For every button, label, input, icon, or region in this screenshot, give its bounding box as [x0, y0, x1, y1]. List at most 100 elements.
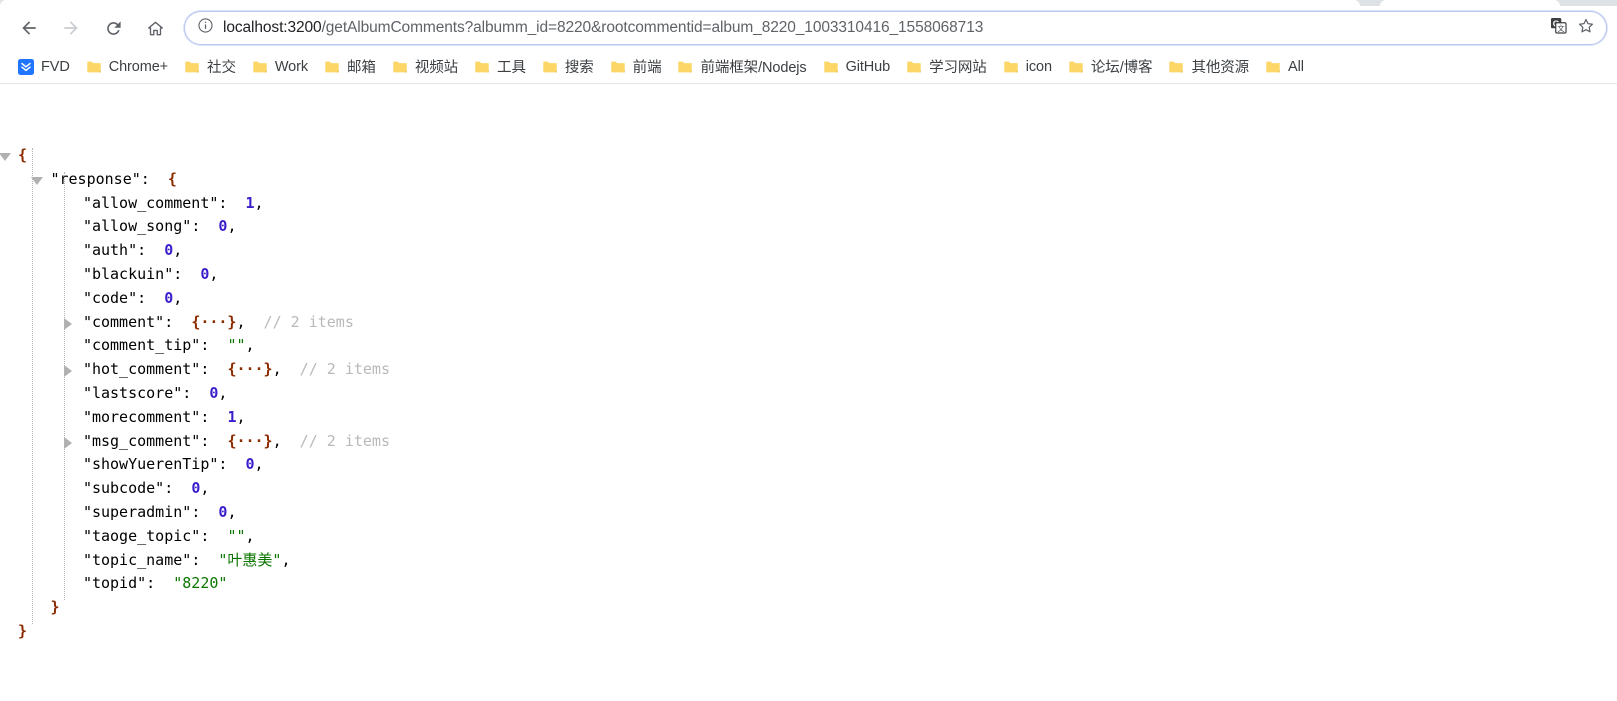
json-brace: } — [18, 621, 28, 640]
json-comma: , — [245, 526, 255, 545]
json-comma: , — [236, 407, 246, 426]
json-colon: : — [218, 193, 246, 212]
bookmark-item[interactable]: 视频站 — [384, 54, 466, 80]
bookmark-label: 视频站 — [414, 60, 459, 76]
json-row-content: { — [18, 146, 27, 164]
bookmark-item[interactable]: GitHub — [815, 54, 899, 80]
collapse-triangle-icon[interactable] — [0, 153, 11, 161]
folder-icon — [906, 59, 922, 75]
bookmark-star-icon[interactable] — [1576, 16, 1596, 41]
forward-arrow-icon — [61, 18, 81, 38]
fvd-icon — [18, 58, 34, 75]
back-button[interactable] — [10, 9, 48, 47]
folder-icon — [86, 59, 102, 75]
json-value: 0 — [245, 455, 255, 474]
bookmark-item[interactable]: icon — [995, 54, 1060, 80]
folder-icon — [542, 59, 558, 75]
json-colon: : — [182, 383, 210, 402]
folder-icon — [1168, 59, 1184, 75]
bookmark-item[interactable]: Chrome+ — [78, 54, 176, 80]
bookmark-label: 邮箱 — [347, 60, 376, 76]
json-comma: , — [254, 455, 264, 474]
bookmark-item[interactable]: Work — [244, 54, 316, 80]
json-key: "subcode" — [82, 479, 165, 498]
json-comma: , — [272, 431, 282, 450]
bookmark-item[interactable]: 学习网站 — [898, 54, 995, 80]
json-value: { — [167, 169, 177, 188]
reload-button[interactable] — [94, 9, 132, 47]
bookmark-item[interactable]: FVD — [10, 54, 78, 80]
folder-icon — [610, 59, 626, 75]
json-row-content: "comment": {···}, // 2 items — [83, 313, 354, 331]
json-key: "allow_song" — [82, 217, 192, 236]
bookmark-item[interactable]: 邮箱 — [316, 54, 384, 80]
bookmark-item[interactable]: 工具 — [466, 54, 534, 80]
json-row: "superadmin": 0, — [18, 501, 1617, 525]
json-value: 0 — [164, 241, 174, 260]
bookmark-item[interactable]: 前端框架/Nodejs — [669, 54, 814, 80]
json-key: "blackuin" — [82, 264, 174, 283]
folder-icon — [1003, 59, 1019, 75]
site-info-icon[interactable] — [197, 17, 214, 39]
json-row-content: "topid": "8220" — [83, 574, 228, 592]
folder-icon — [474, 59, 490, 75]
json-value: {···} — [227, 360, 273, 379]
json-brace: { — [18, 146, 28, 164]
json-row: "comment_tip": "", — [18, 334, 1617, 358]
collapse-triangle-icon[interactable] — [31, 176, 44, 185]
bookmark-item[interactable]: 论坛/博客 — [1060, 54, 1161, 80]
url-text[interactable]: localhost:3200/getAlbumComments?albumm_i… — [223, 19, 1541, 37]
json-row: "allow_song": 0, — [18, 215, 1617, 239]
json-colon: : — [191, 217, 219, 236]
json-key: "allow_comment" — [82, 193, 219, 212]
json-item-count-comment: // 2 items — [281, 431, 390, 450]
json-row-content: "blackuin": 0, — [83, 265, 218, 283]
json-colon: : — [218, 455, 246, 474]
bookmark-item[interactable]: All — [1257, 54, 1312, 80]
browser-window: localhost:3200/getAlbumComments?albumm_i… — [0, 0, 1617, 701]
bookmark-item[interactable]: 其他资源 — [1160, 54, 1257, 80]
json-row: "showYuerenTip": 0, — [18, 453, 1617, 477]
translate-icon[interactable]: G 文 — [1549, 16, 1568, 40]
json-row: "response": { — [18, 168, 1617, 192]
svg-text:文: 文 — [1557, 24, 1564, 33]
json-row: "subcode": 0, — [18, 477, 1617, 501]
home-button[interactable] — [136, 9, 174, 47]
bookmark-item[interactable]: 前端 — [602, 54, 670, 80]
json-comma: , — [209, 264, 219, 283]
json-row: "lastscore": 0, — [18, 382, 1617, 406]
json-key: "comment_tip" — [82, 336, 201, 355]
json-row: "topic_name": "叶惠美", — [18, 549, 1617, 573]
json-value: 0 — [164, 288, 174, 307]
json-row-content: "msg_comment": {···}, // 2 items — [83, 432, 390, 450]
json-comma: , — [227, 217, 237, 236]
home-icon — [146, 19, 165, 38]
json-value: {···} — [227, 431, 273, 450]
json-row-content: "auth": 0, — [83, 241, 182, 259]
json-colon: : — [137, 241, 165, 260]
back-arrow-icon — [19, 18, 39, 38]
json-colon: : — [140, 169, 168, 188]
bookmark-label: GitHub — [845, 58, 891, 75]
bookmark-item[interactable]: 搜索 — [534, 54, 602, 80]
address-bar[interactable]: localhost:3200/getAlbumComments?albumm_i… — [184, 11, 1607, 45]
json-colon: : — [200, 336, 228, 355]
bookmark-label: FVD — [41, 58, 70, 75]
page-content: {"response": {"allow_comment": 1, "allow_… — [0, 84, 1617, 701]
json-value: 0 — [191, 479, 201, 498]
json-row-content: "showYuerenTip": 0, — [83, 455, 264, 473]
bookmark-label: 工具 — [497, 60, 526, 76]
json-value: "8220" — [173, 574, 228, 593]
folder-icon — [252, 59, 268, 75]
json-comma: , — [254, 193, 264, 212]
forward-button — [52, 9, 90, 47]
json-row-content: } — [50, 598, 59, 616]
json-key: "superadmin" — [82, 502, 192, 521]
json-key: "hot_comment" — [82, 360, 201, 379]
json-row-content: } — [18, 622, 27, 640]
json-colon: : — [137, 288, 165, 307]
json-key: "comment" — [82, 312, 165, 331]
bookmark-item[interactable]: 社交 — [176, 54, 244, 80]
bookmark-label: 学习网站 — [929, 60, 987, 76]
json-colon: : — [200, 526, 228, 545]
